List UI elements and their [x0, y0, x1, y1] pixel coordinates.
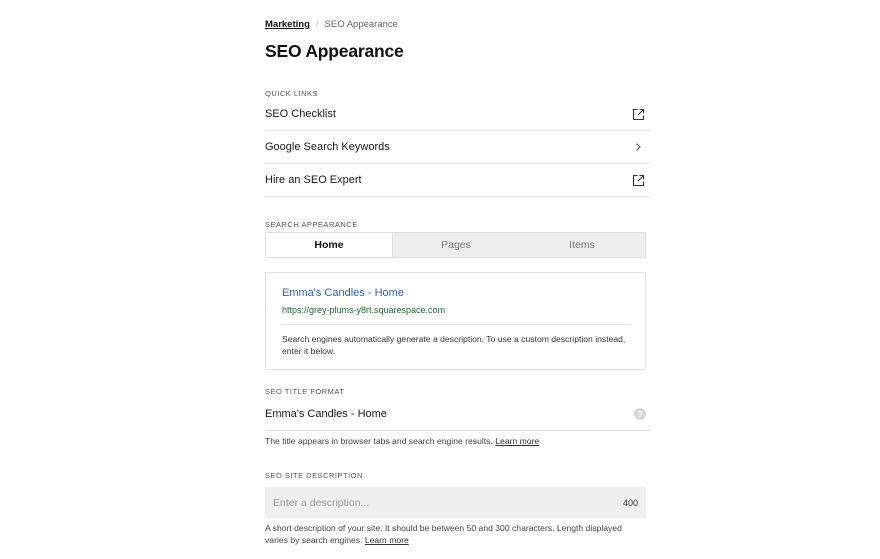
- seo-title-format-field: ?: [265, 398, 650, 431]
- seo-title-format-hint: The title appears in browser tabs and se…: [265, 435, 625, 447]
- tab-items[interactable]: Items: [519, 233, 645, 257]
- quick-link-google-search-keywords[interactable]: Google Search Keywords: [265, 131, 650, 164]
- quick-link-label: SEO Checklist: [265, 108, 336, 120]
- breadcrumb: Marketing / SEO Appearance: [265, 19, 398, 30]
- quick-link-label: Hire an SEO Expert: [265, 174, 362, 186]
- learn-more-link[interactable]: Learn more: [365, 535, 409, 545]
- seo-site-description-input[interactable]: [273, 496, 593, 509]
- help-icon[interactable]: ?: [634, 408, 646, 420]
- learn-more-link[interactable]: Learn more: [495, 436, 539, 446]
- preview-url: https://grey-plums-y8rt.squarespace.com: [282, 305, 446, 315]
- external-link-icon: [630, 172, 646, 188]
- seo-title-format-label: SEO TITLE FORMAT: [265, 387, 345, 396]
- quick-link-label: Google Search Keywords: [265, 141, 390, 153]
- seo-title-hint-text: The title appears in browser tabs and se…: [265, 436, 493, 446]
- chevron-right-icon: [630, 139, 646, 155]
- tab-pages[interactable]: Pages: [393, 233, 519, 257]
- search-appearance-label: SEARCH APPEARANCE: [265, 220, 358, 229]
- breadcrumb-current: SEO Appearance: [324, 19, 398, 30]
- quick-link-hire-seo-expert[interactable]: Hire an SEO Expert: [265, 164, 650, 197]
- seo-site-description-hint: A short description of your site. It sho…: [265, 522, 625, 546]
- search-appearance-tabs: Home Pages Items: [265, 232, 646, 258]
- preview-divider: [282, 324, 631, 325]
- external-link-icon: [630, 106, 646, 122]
- quick-links-label: QUICK LINKS: [265, 89, 319, 98]
- seo-description-hint-text: A short description of your site. It sho…: [265, 523, 622, 545]
- preview-title[interactable]: Emma's Candles - Home: [282, 287, 404, 299]
- page-title: SEO Appearance: [265, 41, 404, 61]
- tab-home[interactable]: Home: [266, 233, 393, 257]
- seo-title-format-input[interactable]: [265, 408, 595, 420]
- search-result-preview: Emma's Candles - Home https://grey-plums…: [265, 272, 646, 370]
- character-counter: 400: [622, 497, 638, 508]
- preview-description: Search engines automatically generate a …: [282, 334, 626, 356]
- breadcrumb-marketing-link[interactable]: Marketing: [265, 19, 310, 30]
- quick-link-seo-checklist[interactable]: SEO Checklist: [265, 98, 650, 131]
- seo-site-description-field: 400: [265, 487, 646, 518]
- breadcrumb-separator: /: [315, 19, 319, 30]
- seo-site-description-label: SEO SITE DESCRIPTION: [265, 471, 363, 480]
